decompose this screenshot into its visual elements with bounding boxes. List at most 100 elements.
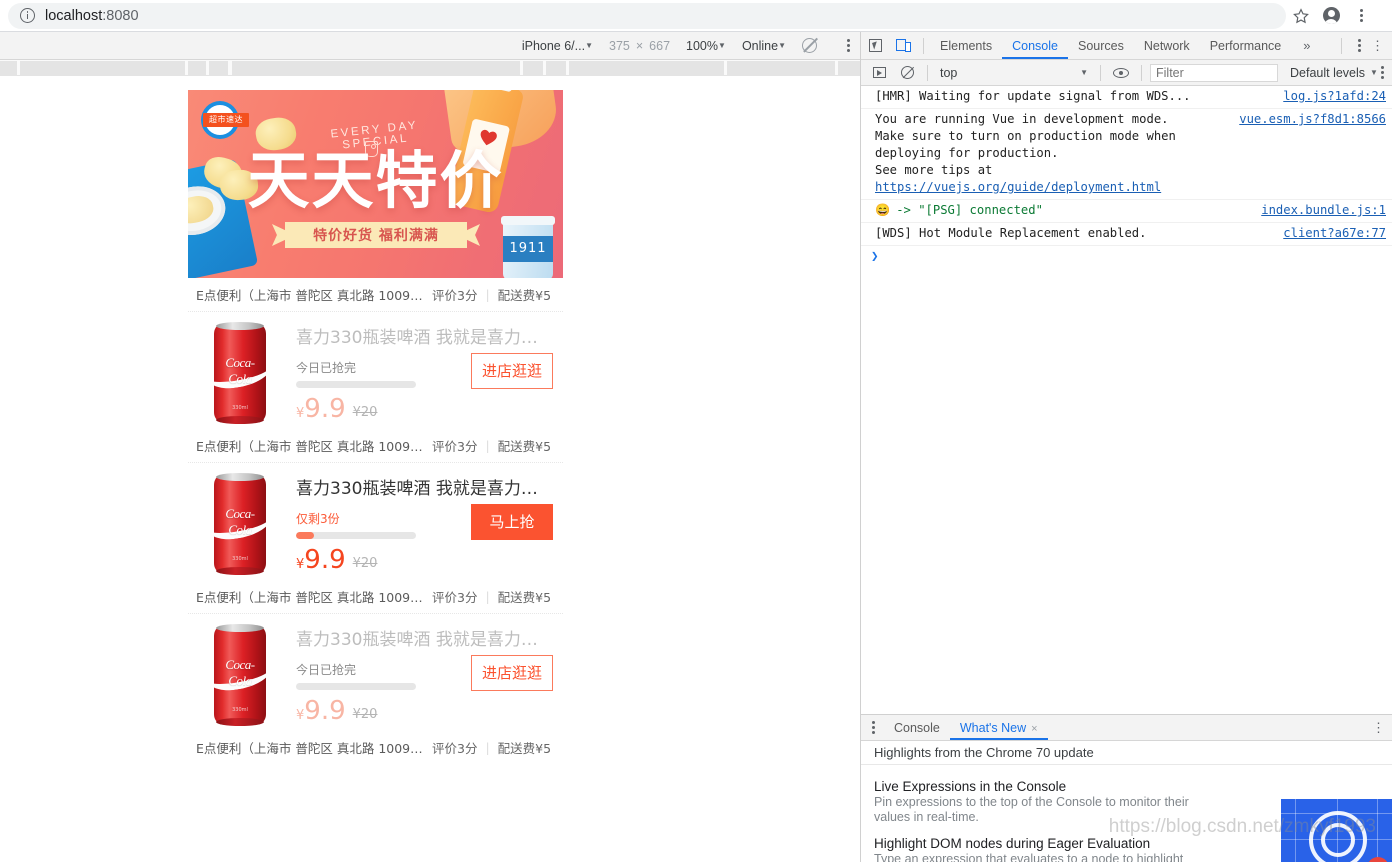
price-row: ¥9.9 ¥20 xyxy=(296,698,553,724)
console-log-row[interactable]: [WDS] Hot Module Replacement enabled. cl… xyxy=(861,223,1392,246)
console-prompt[interactable]: ❯ xyxy=(861,246,1392,266)
product-image[interactable]: Coca-Cola 330ml xyxy=(198,619,282,723)
meta-divider: | xyxy=(485,589,489,604)
clear-console-button[interactable] xyxy=(893,60,921,86)
stock-progress-bar xyxy=(296,683,416,690)
ruler-segment xyxy=(523,61,543,75)
product-cta-button[interactable]: 进店逛逛 xyxy=(471,655,553,691)
toggle-device-toolbar-button[interactable] xyxy=(889,33,917,59)
product-image[interactable]: Coca-Cola 330ml xyxy=(198,468,282,572)
console-log-row[interactable]: [HMR] Waiting for update signal from WDS… xyxy=(861,86,1392,109)
toolbar-divider xyxy=(927,65,928,81)
zoom-select[interactable]: 100% ▼ xyxy=(686,39,726,53)
store-header-row[interactable]: E点便利（上海市 普陀区 真北路 1009号... 评价3分 | 配送费¥5 xyxy=(188,731,563,764)
device-toolbar-menu-icon[interactable] xyxy=(847,39,850,53)
device-select[interactable]: iPhone 6/... ▼ xyxy=(522,39,593,53)
current-price: ¥9.9 xyxy=(296,396,346,422)
toolbar-divider xyxy=(923,38,924,54)
meta-divider: | xyxy=(485,740,489,755)
devtools-main-menu-icon[interactable] xyxy=(1358,39,1361,53)
console-source-link[interactable]: log.js?1afd:24 xyxy=(1275,88,1386,105)
store-rating: 评价3分 xyxy=(432,436,477,455)
console-sidebar-button[interactable] xyxy=(865,60,893,86)
store-name: E点便利（上海市 普陀区 真北路 1009号... xyxy=(196,285,432,304)
drawer-tab-what-s-new[interactable]: What's New× xyxy=(950,715,1048,740)
store-header-row[interactable]: E点便利（上海市 普陀区 真北路 1009号... 评价3分 | 配送费¥5 xyxy=(188,429,563,462)
live-expression-button[interactable] xyxy=(1107,60,1135,86)
chevron-down-icon: ▼ xyxy=(718,42,726,50)
product-row[interactable]: Coca-Cola 330ml 喜力330瓶装啤酒 我就是喜力啤... 今日已抢… xyxy=(188,311,563,429)
console-settings-icon[interactable] xyxy=(1381,66,1384,80)
inspect-element-button[interactable] xyxy=(861,33,889,59)
banner-title: 天天特价 xyxy=(188,150,563,212)
rotate-device-button[interactable] xyxy=(802,38,817,53)
devtools-tab-performance[interactable]: Performance xyxy=(1200,32,1292,59)
devtools-tab-elements[interactable]: Elements xyxy=(930,32,1002,59)
chrome-menu-button[interactable] xyxy=(1346,1,1376,31)
drawer-tabbar: ConsoleWhat's New× ⋮ xyxy=(861,715,1392,741)
cup-rim-decoration xyxy=(501,216,555,225)
whats-new-item-title: Highlight DOM nodes during Eager Evaluat… xyxy=(874,836,1206,851)
site-info-icon[interactable] xyxy=(20,8,35,23)
chrome-devtools-logo-thumbnail xyxy=(1281,799,1392,862)
console-log-row[interactable]: You are running Vue in development mode.… xyxy=(861,109,1392,200)
store-header-row[interactable]: E点便利（上海市 普陀区 真北路 1009号... 评价3分 | 配送费¥5 xyxy=(188,580,563,613)
star-icon xyxy=(1292,7,1310,25)
execution-context-select[interactable]: top ▼ xyxy=(934,66,1094,80)
console-source-link[interactable]: index.bundle.js:1 xyxy=(1253,202,1386,219)
console-log-row[interactable]: 😄 -> "[PSG] connected" index.bundle.js:1 xyxy=(861,200,1392,223)
mobile-viewport[interactable]: 1911 超市速达 EVERY DAY SPECIAL 天天特价 特价好货 福利… xyxy=(188,90,563,780)
devtools-close-icon[interactable]: ⋮ xyxy=(1371,38,1384,54)
promo-banner[interactable]: 1911 超市速达 EVERY DAY SPECIAL 天天特价 特价好货 福利… xyxy=(188,90,563,278)
product-cta-button[interactable]: 进店逛逛 xyxy=(471,353,553,389)
console-filter-input[interactable] xyxy=(1150,64,1278,82)
drawer-tab-console[interactable]: Console xyxy=(884,715,950,740)
viewport-width-input[interactable]: 375 xyxy=(609,39,630,53)
profile-button[interactable] xyxy=(1316,1,1346,31)
product-cta-button[interactable]: 马上抢 xyxy=(471,504,553,540)
ruler-segment xyxy=(209,61,228,75)
bookmark-star-button[interactable] xyxy=(1286,1,1316,31)
chevron-down-icon: ▼ xyxy=(1370,69,1378,77)
whats-new-item[interactable]: Live Expressions in the Console Pin expr… xyxy=(874,779,1206,825)
toolbar-divider xyxy=(1341,38,1342,54)
product-title: 喜力330瓶装啤酒 我就是喜力啤... xyxy=(296,323,553,348)
product-title: 喜力330瓶装啤酒 我就是喜力啤... xyxy=(296,474,553,499)
devtools-tab-console[interactable]: Console xyxy=(1002,32,1068,59)
stock-progress-bar xyxy=(296,532,416,539)
store-logo-text: 超市速达 xyxy=(203,113,249,127)
ruler-segment xyxy=(20,61,185,75)
device-select-label: iPhone 6/... xyxy=(522,39,585,53)
product-row[interactable]: Coca-Cola 330ml 喜力330瓶装啤酒 我就是喜力啤... 今日已抢… xyxy=(188,613,563,731)
store-meta: 评价3分 | 配送费¥5 xyxy=(432,285,551,304)
console-source-link[interactable]: client?a67e:77 xyxy=(1275,225,1386,242)
coca-cola-can: Coca-Cola 330ml xyxy=(214,325,266,421)
toolbar-divider xyxy=(1100,65,1101,81)
more-tabs-button[interactable]: » xyxy=(1295,38,1318,53)
throttling-select[interactable]: Online ▼ xyxy=(742,39,786,53)
devtools-tab-sources[interactable]: Sources xyxy=(1068,32,1134,59)
viewport-height-input[interactable]: 667 xyxy=(649,39,670,53)
whats-new-item[interactable]: Highlight DOM nodes during Eager Evaluat… xyxy=(874,836,1206,862)
store-meta: 评价3分 | 配送费¥5 xyxy=(432,587,551,606)
store-header-row[interactable]: E点便利（上海市 普陀区 真北路 1009号... 评价3分 | 配送费¥5 xyxy=(188,278,563,311)
log-levels-select[interactable]: Default levels ▼ xyxy=(1290,66,1378,80)
bottle-cap-decoration xyxy=(488,90,516,92)
devtools-tab-network[interactable]: Network xyxy=(1134,32,1200,59)
console-source-link[interactable]: vue.esm.js?f8d1:8566 xyxy=(1231,111,1386,128)
product-image[interactable]: Coca-Cola 330ml xyxy=(198,317,282,421)
console-log-area[interactable]: [HMR] Waiting for update signal from WDS… xyxy=(861,86,1392,706)
toggle-device-toolbar-icon xyxy=(896,39,911,52)
drawer-menu-icon[interactable] xyxy=(872,721,875,735)
address-bar[interactable]: localhost:8080 xyxy=(8,3,1286,29)
product-row[interactable]: Coca-Cola 330ml 喜力330瓶装啤酒 我就是喜力啤... 仅剩3份… xyxy=(188,462,563,580)
store-name: E点便利（上海市 普陀区 真北路 1009号... xyxy=(196,436,432,455)
drawer-tab-strip: ConsoleWhat's New× xyxy=(884,715,1048,740)
console-inline-link[interactable]: https://vuejs.org/guide/deployment.html xyxy=(875,180,1161,194)
log-levels-label: Default levels xyxy=(1290,66,1365,80)
whats-new-item-desc: Type an expression that evaluates to a n… xyxy=(874,852,1206,862)
coca-cola-can: Coca-Cola 330ml xyxy=(214,627,266,723)
drawer-tabbar-right: ⋮ xyxy=(1372,720,1392,736)
close-icon[interactable]: × xyxy=(1031,723,1037,735)
drawer-more-icon[interactable]: ⋮ xyxy=(1372,720,1385,736)
